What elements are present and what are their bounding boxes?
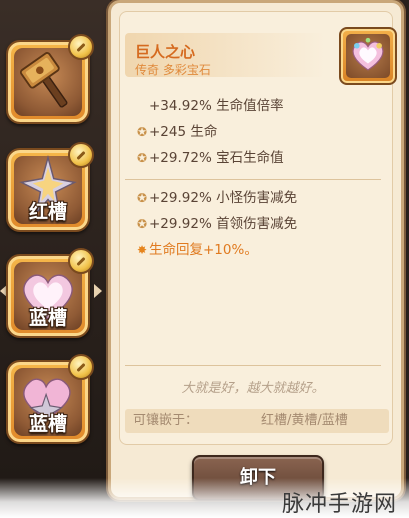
socket-value: 红槽/黄槽/蓝槽 xyxy=(261,413,348,428)
item-icon-frame xyxy=(339,27,397,85)
socket-label: 可镶嵌于： xyxy=(133,413,199,428)
stat-text: +34.92% 生命值倍率 xyxy=(149,98,284,114)
stat-line-minion-damage-reduction: ✪ +29.92% 小怪伤害减免 xyxy=(135,187,297,209)
wrench-icon[interactable] xyxy=(68,248,94,274)
stat-text: +29.92% 小怪伤害减免 xyxy=(149,190,298,206)
red-socket-slot[interactable]: 红槽 xyxy=(6,142,94,232)
slot-label: 蓝槽 xyxy=(28,413,67,435)
stat-line-health-regen: ✸ 生命回复+10%。 xyxy=(135,239,258,261)
stat-bullet-icon: ✪ xyxy=(136,217,148,231)
item-rarity-type: 传奇 多彩宝石 xyxy=(135,63,211,77)
item-flavor-text: 大就是好，越大就越好。 xyxy=(181,381,325,396)
blue-socket-slot[interactable]: 蓝槽 xyxy=(6,354,94,444)
stat-text: +29.72% 宝石生命值 xyxy=(149,150,284,166)
wrench-icon[interactable] xyxy=(68,34,94,60)
stat-text: +245 生命 xyxy=(149,124,218,140)
wrench-icon[interactable] xyxy=(68,354,94,380)
slot-label: 红槽 xyxy=(28,201,67,223)
item-name: 巨人之心 xyxy=(135,43,196,61)
stat-line-health-multiplier: +34.92% 生命值倍率 xyxy=(135,95,284,117)
motto-divider xyxy=(125,365,381,366)
stat-bullet-icon: ✪ xyxy=(136,151,148,165)
wrench-icon[interactable] xyxy=(68,142,94,168)
item-header: 巨人之心 传奇 多彩宝石 xyxy=(125,27,397,87)
slot-label: 蓝槽 xyxy=(28,307,67,329)
stat-divider xyxy=(125,179,381,180)
item-detail-panel: 巨人之心 传奇 多彩宝石 +34.92% 生命值倍率 ✪ +245 生命 ✪ +29… xyxy=(108,0,404,500)
stat-line-boss-damage-reduction: ✪ +29.92% 首领伤害减免 xyxy=(135,213,297,235)
star-bullet-icon: ✸ xyxy=(136,243,148,257)
watermark-text: 脉冲手游网 xyxy=(282,492,398,517)
stat-text: +29.92% 首领伤害减免 xyxy=(149,216,298,232)
socket-compatibility-bar: 可镶嵌于： 红槽/黄槽/蓝槽 xyxy=(125,409,389,433)
stat-bullet-icon: ✪ xyxy=(136,125,148,139)
stat-text: 生命回复+10%。 xyxy=(149,242,258,258)
stat-line-health: ✪ +245 生命 xyxy=(135,121,217,143)
blue-socket-slot-selected[interactable]: 蓝槽 xyxy=(6,248,94,338)
hammer-weapon-slot[interactable] xyxy=(6,34,94,124)
stat-bullet-icon: ✪ xyxy=(136,191,148,205)
rainbow-heart-gem-icon xyxy=(352,37,384,71)
stat-line-gem-health: ✪ +29.72% 宝石生命值 xyxy=(135,147,284,169)
slot-next-arrow-icon xyxy=(94,284,102,298)
